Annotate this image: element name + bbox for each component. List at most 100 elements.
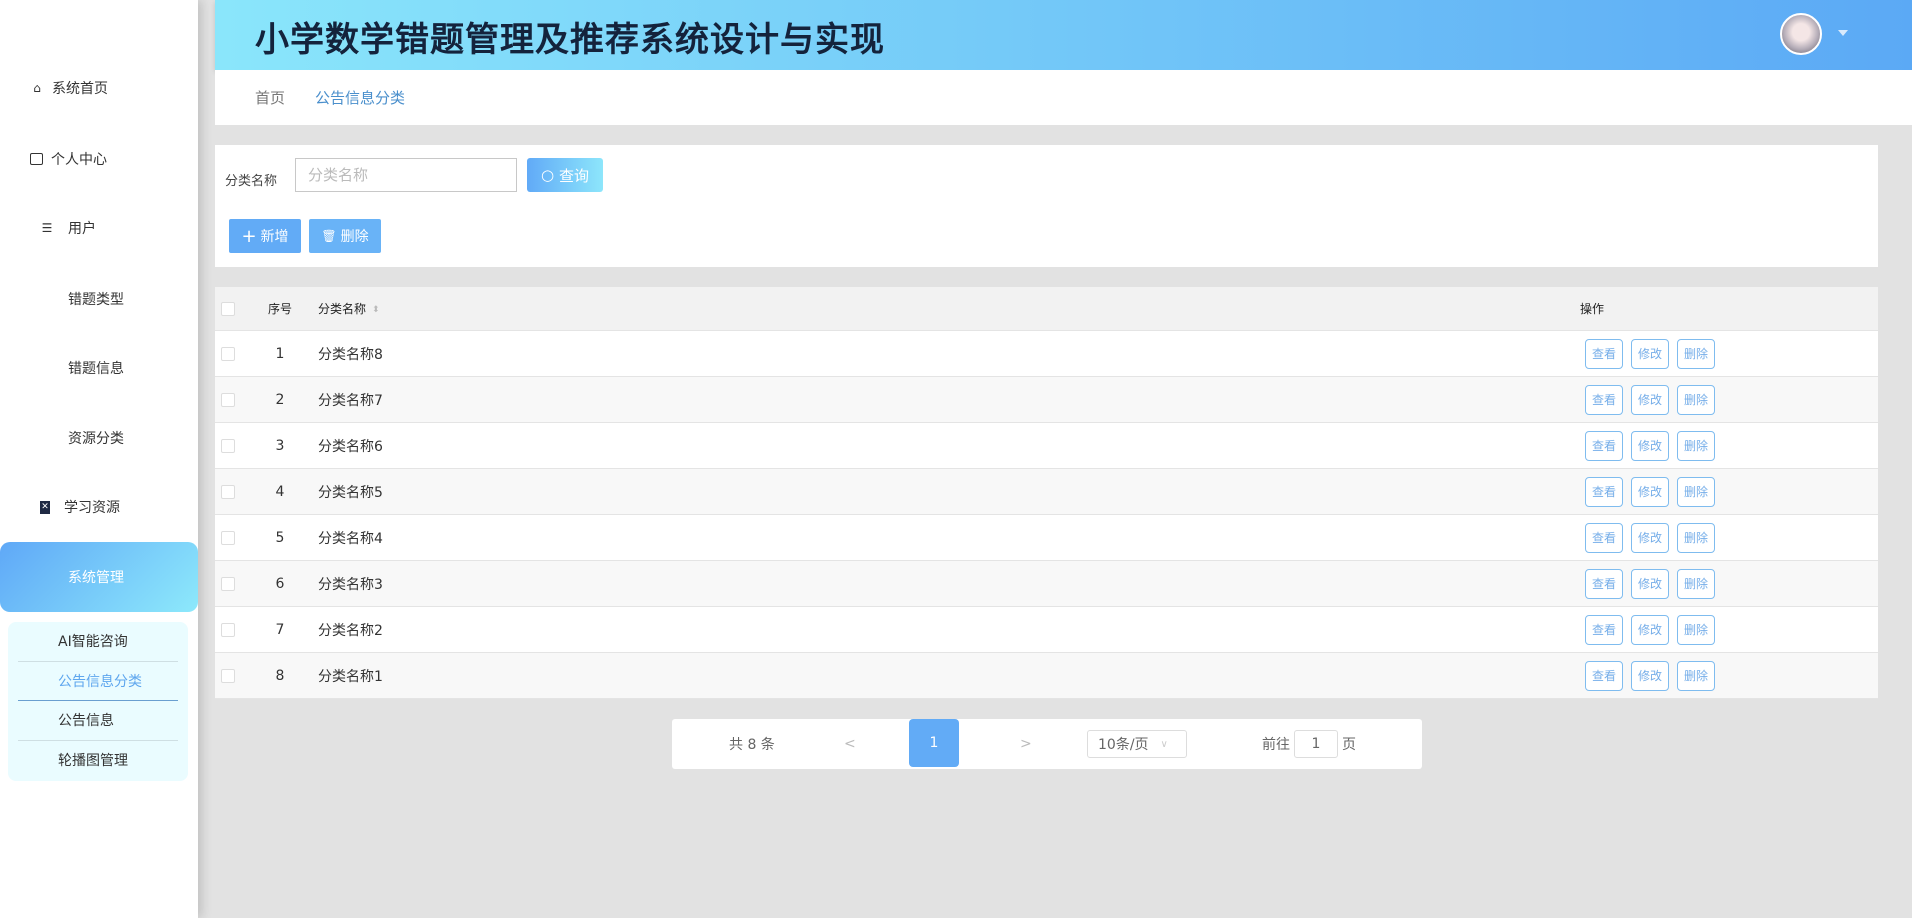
row-index: 8 xyxy=(275,667,285,684)
row-index: 7 xyxy=(275,621,285,638)
delete-row-button[interactable]: 删除 xyxy=(1677,338,1715,369)
header-name[interactable]: 分类名称 ⬍ xyxy=(318,300,380,317)
row-checkbox[interactable] xyxy=(221,668,235,683)
row-name: 分类名称5 xyxy=(318,484,383,501)
delete-row-button[interactable]: 删除 xyxy=(1677,568,1715,599)
view-button[interactable]: 查看 xyxy=(1585,614,1623,645)
delete-button[interactable]: 🗑 删除 xyxy=(309,219,381,253)
edit-button[interactable]: 修改 xyxy=(1631,430,1669,461)
table-row: 4 分类名称5 查看 修改 删除 xyxy=(215,469,1878,515)
submenu-notice-info[interactable]: 公告信息 xyxy=(18,701,178,741)
breadcrumb: 首页 公告信息分类 xyxy=(215,70,1912,125)
row-checkbox[interactable] xyxy=(221,530,235,545)
grid-icon xyxy=(40,292,54,306)
prev-page-button[interactable]: < xyxy=(844,719,856,769)
row-index: 4 xyxy=(275,483,285,500)
delete-row-button[interactable]: 删除 xyxy=(1677,384,1715,415)
view-button[interactable]: 查看 xyxy=(1585,430,1623,461)
add-button[interactable]: + 新增 xyxy=(229,219,301,253)
row-checkbox[interactable] xyxy=(221,392,235,407)
next-page-button[interactable]: > xyxy=(1020,719,1032,769)
breadcrumb-home[interactable]: 首页 xyxy=(255,87,285,108)
submenu-notice-category[interactable]: 公告信息分类 xyxy=(18,662,178,701)
table-row: 6 分类名称3 查看 修改 删除 xyxy=(215,561,1878,607)
row-checkbox[interactable] xyxy=(221,438,235,453)
table-row: 3 分类名称6 查看 修改 删除 xyxy=(215,423,1878,469)
row-index: 2 xyxy=(275,391,285,408)
total-count: 共 8 条 xyxy=(729,737,775,753)
edit-button[interactable]: 修改 xyxy=(1631,568,1669,599)
view-button[interactable]: 查看 xyxy=(1585,522,1623,553)
wallet-icon xyxy=(30,153,43,165)
sidebar-item-learning-resource[interactable]: ✕ 学习资源 xyxy=(0,487,198,527)
chevron-down-icon: ∨ xyxy=(1160,738,1168,750)
view-button[interactable]: 查看 xyxy=(1585,476,1623,507)
sidebar-item-user[interactable]: ☰ 用户 xyxy=(0,208,198,248)
sidebar-item-error-type[interactable]: 错题类型 xyxy=(0,279,198,319)
table-row: 2 分类名称7 查看 修改 删除 xyxy=(215,377,1878,423)
sidebar-item-home[interactable]: ⌂ 系统首页 xyxy=(0,68,198,108)
row-index: 6 xyxy=(275,575,285,592)
view-button[interactable]: 查看 xyxy=(1585,338,1623,369)
row-checkbox[interactable] xyxy=(221,576,235,591)
table-row: 8 分类名称1 查看 修改 删除 xyxy=(215,653,1878,699)
submenu-carousel[interactable]: 轮播图管理 xyxy=(18,741,178,781)
goto-page: 前往 1 页 xyxy=(1262,719,1356,769)
app-title: 小学数学错题管理及推荐系统设计与实现 xyxy=(255,20,885,60)
table-header: 序号 分类名称 ⬍ 操作 xyxy=(215,287,1878,331)
top-header: 小学数学错题管理及推荐系统设计与实现 xyxy=(215,0,1912,70)
grid-icon xyxy=(40,431,54,445)
edit-button[interactable]: 修改 xyxy=(1631,522,1669,553)
row-checkbox[interactable] xyxy=(221,484,235,499)
submenu-ai-consult[interactable]: AI智能咨询 xyxy=(18,622,178,662)
chevron-down-icon[interactable] xyxy=(1838,30,1848,36)
sidebar-item-profile[interactable]: 个人中心 xyxy=(0,139,198,179)
select-all-checkbox[interactable] xyxy=(221,301,235,316)
edit-button[interactable]: 修改 xyxy=(1631,384,1669,415)
search-label: 分类名称 xyxy=(225,174,278,189)
sidebar-item-resource-category[interactable]: 资源分类 xyxy=(0,418,198,458)
goto-page-input[interactable]: 1 xyxy=(1294,730,1338,758)
sort-icon[interactable]: ⬍ xyxy=(372,305,380,315)
trash-icon: 🗑 xyxy=(321,229,337,243)
grid-icon xyxy=(40,570,54,584)
edit-button[interactable]: 修改 xyxy=(1631,614,1669,645)
view-button[interactable]: 查看 xyxy=(1585,384,1623,415)
delete-row-button[interactable]: 删除 xyxy=(1677,476,1715,507)
edit-button[interactable]: 修改 xyxy=(1631,338,1669,369)
view-button[interactable]: 查看 xyxy=(1585,660,1623,691)
table-row: 7 分类名称2 查看 修改 删除 xyxy=(215,607,1878,653)
pagination: 共 8 条 < 1 > 10条/页 ∨ 前往 1 页 xyxy=(672,719,1422,769)
delete-row-button[interactable]: 删除 xyxy=(1677,660,1715,691)
row-name: 分类名称8 xyxy=(318,346,383,363)
category-table: 序号 分类名称 ⬍ 操作 1 分类名称8 查看 修改 删除 2 分类名称7 查看 修改删… xyxy=(215,287,1878,699)
sidebar-item-error-info[interactable]: 错题信息 xyxy=(0,348,198,388)
category-name-input[interactable]: 分类名称 xyxy=(295,158,517,192)
delete-row-button[interactable]: 删除 xyxy=(1677,430,1715,461)
row-name: 分类名称2 xyxy=(318,622,383,639)
query-button[interactable]: ○ 查询 xyxy=(527,158,603,192)
page-size-select[interactable]: 10条/页 ∨ xyxy=(1087,730,1187,758)
list-icon: ☰ xyxy=(41,221,53,235)
sidebar-item-system-management[interactable]: 系统管理 xyxy=(0,542,198,612)
row-name: 分类名称1 xyxy=(318,668,383,685)
table-row: 1 分类名称8 查看 修改 删除 xyxy=(215,331,1878,377)
view-button[interactable]: 查看 xyxy=(1585,568,1623,599)
edit-button[interactable]: 修改 xyxy=(1631,660,1669,691)
header-actions: 操作 xyxy=(1580,302,1605,316)
row-index: 1 xyxy=(275,345,285,362)
row-index: 3 xyxy=(275,437,285,454)
row-name: 分类名称3 xyxy=(318,576,383,593)
row-checkbox[interactable] xyxy=(221,346,235,361)
home-icon: ⌂ xyxy=(33,81,41,95)
edit-button[interactable]: 修改 xyxy=(1631,476,1669,507)
grid-icon xyxy=(40,361,54,375)
delete-row-button[interactable]: 删除 xyxy=(1677,522,1715,553)
delete-row-button[interactable]: 删除 xyxy=(1677,614,1715,645)
clipboard-icon: ✕ xyxy=(40,500,50,514)
avatar[interactable] xyxy=(1780,13,1822,55)
system-submenu: AI智能咨询 公告信息分类 公告信息 轮播图管理 xyxy=(8,622,188,781)
header-index: 序号 xyxy=(267,302,292,316)
row-checkbox[interactable] xyxy=(221,622,235,637)
page-1[interactable]: 1 xyxy=(909,719,959,767)
